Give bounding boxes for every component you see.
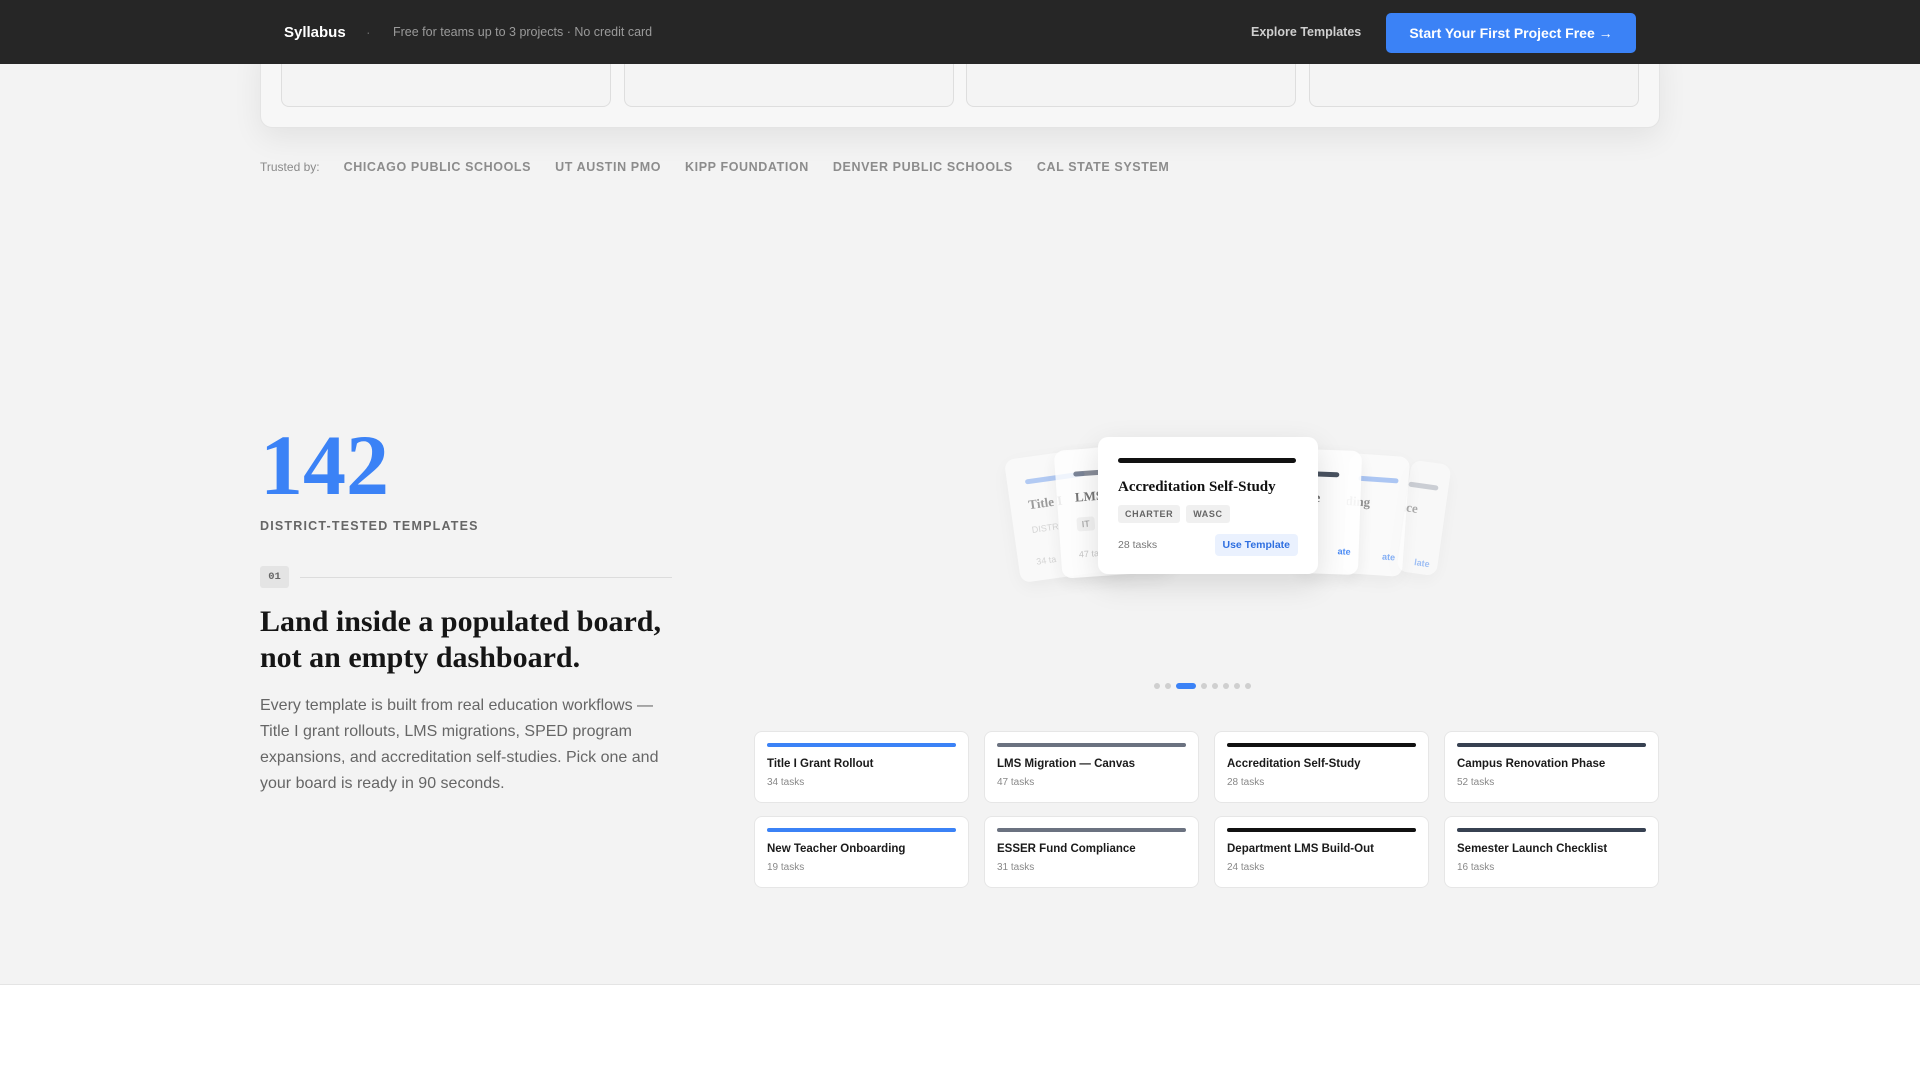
template-task-count: 28 tasks	[1227, 777, 1265, 788]
card-tags: CHARTER WASC	[1118, 505, 1230, 523]
carousel-dot[interactable]	[1201, 683, 1207, 689]
trusted-logo: KIPP FOUNDATION	[685, 160, 809, 174]
template-task-count: 52 tasks	[1457, 777, 1495, 788]
template-count-label: DISTRICT-TESTED TEMPLATES	[260, 519, 479, 533]
card-use-button[interactable]: ate	[1337, 546, 1350, 556]
card-task-count: 34 ta	[1035, 553, 1057, 567]
use-template-button[interactable]: Use Template	[1214, 534, 1298, 556]
template-task-count: 34 tasks	[767, 777, 805, 788]
trusted-logo: CAL STATE SYSTEM	[1036, 160, 1170, 174]
card-accent-bar	[767, 743, 956, 747]
card-tag: DISTR	[1031, 521, 1060, 535]
card-accent-bar	[1408, 481, 1439, 491]
template-name: Accreditation Self-Study	[1227, 758, 1361, 770]
template-task-count: 16 tasks	[1457, 862, 1495, 873]
template-card[interactable]: Title I Grant Rollout 34 tasks	[754, 731, 969, 803]
template-grid: Title I Grant Rollout 34 tasks LMS Migra…	[754, 731, 1660, 888]
template-task-count: 19 tasks	[767, 862, 805, 873]
template-name: Campus Renovation Phase	[1457, 758, 1606, 770]
template-card[interactable]: LMS Migration — Canvas 47 tasks	[984, 731, 1199, 803]
trusted-by-row: Trusted by: CHICAGO PUBLIC SCHOOLS UT AU…	[260, 160, 1193, 174]
card-use-button[interactable]: late	[1414, 557, 1431, 569]
carousel-pagination	[1154, 683, 1251, 689]
card-accent-bar	[997, 828, 1186, 832]
trusted-by-label: Trusted by:	[260, 160, 320, 174]
template-card[interactable]: New Teacher Onboarding 19 tasks	[754, 816, 969, 888]
card-accent-bar	[1227, 828, 1416, 832]
template-name: ESSER Fund Compliance	[997, 843, 1136, 855]
brand-logo[interactable]: Syllabus	[284, 24, 346, 41]
template-card[interactable]: Accreditation Self-Study 28 tasks	[1214, 731, 1429, 803]
carousel-dot[interactable]	[1223, 683, 1229, 689]
top-nav-bar: Syllabus · Free for teams up to 3 projec…	[0, 0, 1920, 64]
template-task-count: 31 tasks	[997, 862, 1035, 873]
template-name: New Teacher Onboarding	[767, 843, 906, 855]
template-card[interactable]: ESSER Fund Compliance 31 tasks	[984, 816, 1199, 888]
card-use-button[interactable]: ate	[1382, 552, 1396, 563]
template-count: 142	[260, 417, 389, 513]
template-task-count: 47 tasks	[997, 777, 1035, 788]
explore-templates-link[interactable]: Explore Templates	[1251, 25, 1361, 39]
trusted-logo: UT AUSTIN PMO	[555, 160, 662, 174]
card-tag: WASC	[1186, 505, 1230, 523]
carousel-dot[interactable]	[1165, 683, 1171, 689]
carousel-dot[interactable]	[1234, 683, 1240, 689]
template-name: Title I Grant Rollout	[767, 758, 874, 770]
card-accent-bar	[1118, 458, 1296, 463]
card-accent-bar	[1457, 828, 1646, 832]
card-accent-bar	[1358, 475, 1399, 484]
template-name: LMS Migration — Canvas	[997, 758, 1136, 770]
card-tag: CHARTER	[1118, 505, 1181, 523]
template-card[interactable]: Semester Launch Checklist 16 tasks	[1444, 816, 1659, 888]
template-task-count: 24 tasks	[1227, 862, 1265, 873]
template-name: Semester Launch Checklist	[1457, 843, 1608, 855]
step-divider	[300, 577, 672, 578]
step-number-badge: 01	[260, 566, 289, 588]
brand-separator: ·	[366, 24, 371, 40]
template-card[interactable]: Department LMS Build-Out 24 tasks	[1214, 816, 1429, 888]
trusted-logo: DENVER PUBLIC SCHOOLS	[832, 160, 1013, 174]
carousel-dot[interactable]	[1212, 683, 1218, 689]
template-name: Department LMS Build-Out	[1227, 843, 1374, 855]
pricing-tagline: Free for teams up to 3 projects · No cre…	[393, 25, 653, 39]
card-accent-bar	[1227, 743, 1416, 747]
trusted-logo: CHICAGO PUBLIC SCHOOLS	[343, 160, 532, 174]
card-accent-bar	[1457, 743, 1646, 747]
next-section	[0, 984, 1920, 1080]
carousel-dot[interactable]	[1154, 683, 1160, 689]
carousel-dot-active[interactable]	[1176, 683, 1196, 689]
start-project-button[interactable]: Start Your First Project Free →	[1386, 13, 1636, 53]
card-task-count: 47 ta	[1078, 548, 1100, 560]
carousel-active-card[interactable]: Accreditation Self-Study CHARTER WASC 28…	[1098, 437, 1318, 574]
card-tag: IT	[1076, 516, 1096, 532]
card-title: Accreditation Self-Study	[1118, 479, 1276, 495]
section-headline: Land inside a populated board, not an em…	[260, 605, 661, 674]
section-body: Every template is built from real educat…	[260, 697, 659, 792]
card-task-count: 28 tasks	[1118, 539, 1158, 551]
template-card[interactable]: Campus Renovation Phase 52 tasks	[1444, 731, 1659, 803]
card-accent-bar	[997, 743, 1186, 747]
card-accent-bar	[767, 828, 956, 832]
carousel-dot[interactable]	[1245, 683, 1251, 689]
